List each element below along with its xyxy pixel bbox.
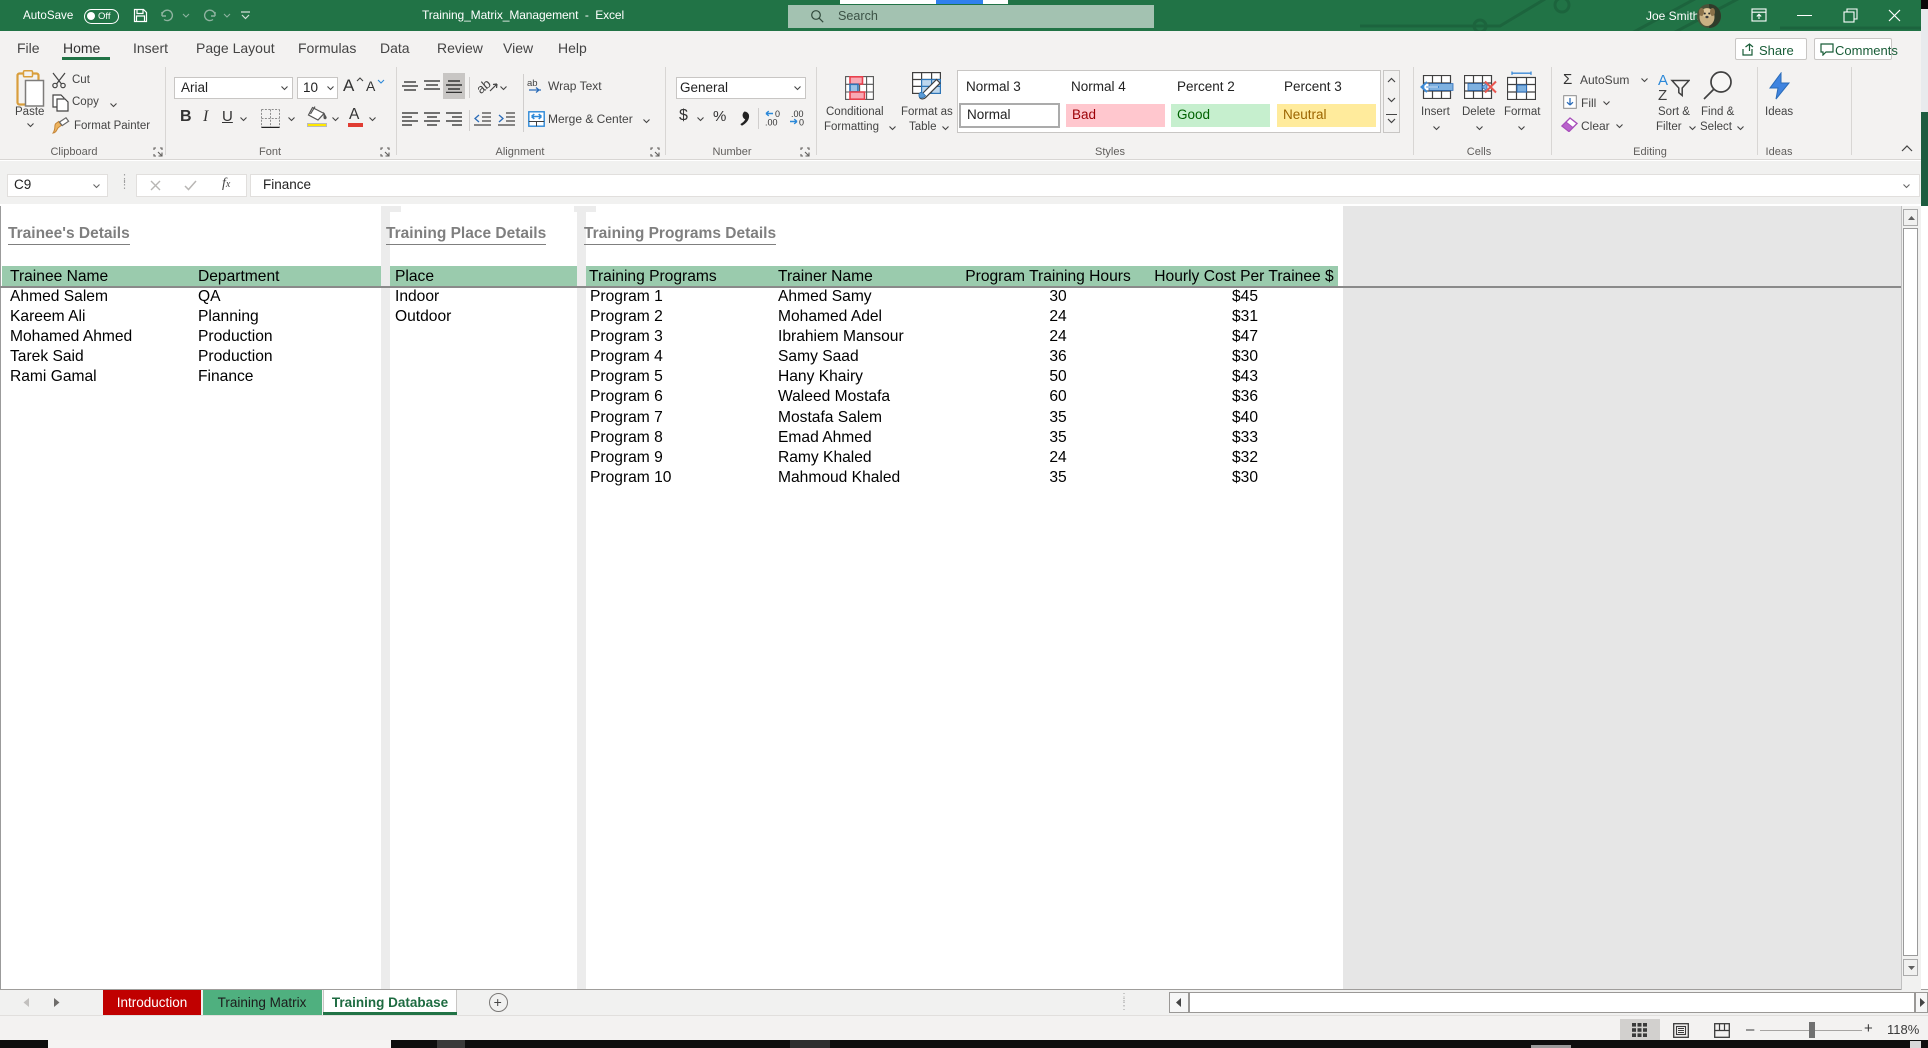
svg-text:0: 0 — [799, 118, 804, 127]
svg-text:.00: .00 — [765, 118, 778, 127]
svg-text:Z: Z — [1658, 87, 1667, 101]
svg-text:ab: ab — [478, 77, 494, 95]
svg-text:ab: ab — [527, 78, 538, 89]
